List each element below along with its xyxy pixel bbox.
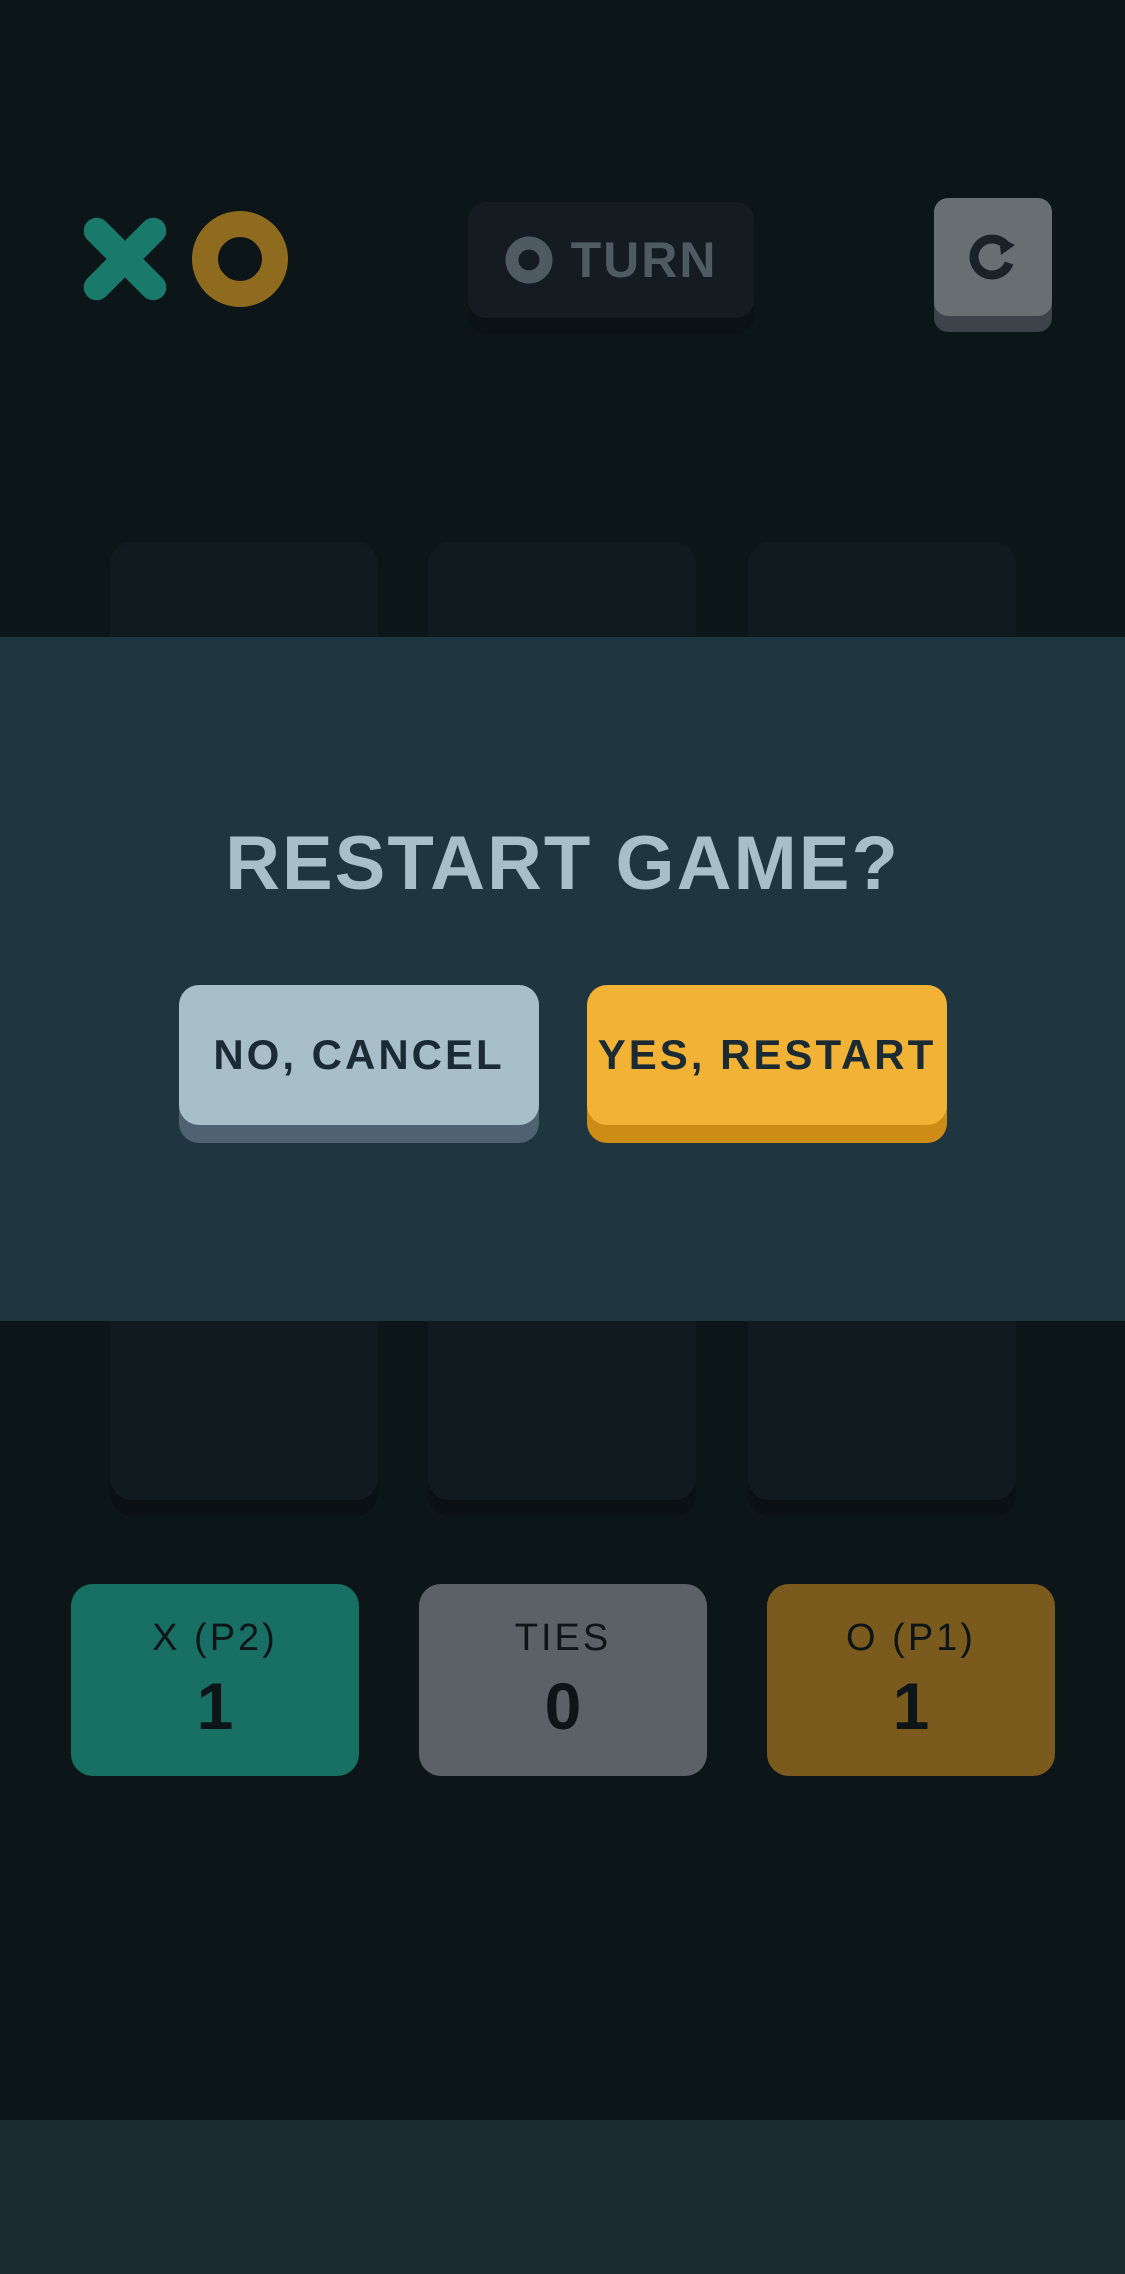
restart-button[interactable] xyxy=(934,198,1052,316)
score-value: 1 xyxy=(892,1668,930,1743)
restart-icon xyxy=(969,234,1015,280)
score-label: TIES xyxy=(514,1616,612,1659)
turn-label: TURN xyxy=(570,232,718,288)
confirm-restart-button[interactable]: YES, RESTART xyxy=(587,985,947,1125)
turn-indicator: TURN xyxy=(468,202,754,318)
modal-title: RESTART GAME? xyxy=(225,821,900,906)
score-x: X (P2) 1 xyxy=(71,1584,359,1776)
x-mark-icon xyxy=(83,217,167,301)
score-label: O (P1) xyxy=(846,1616,976,1659)
o-mark-icon xyxy=(192,211,288,307)
logo xyxy=(83,211,288,307)
score-value: 1 xyxy=(196,1668,234,1743)
cancel-button[interactable]: NO, CANCEL xyxy=(179,985,539,1125)
bottom-bar xyxy=(0,2120,1125,2274)
restart-modal xyxy=(0,637,1125,1321)
score-value: 0 xyxy=(544,1668,582,1743)
score-ties: TIES 0 xyxy=(419,1584,707,1776)
score-o: O (P1) 1 xyxy=(767,1584,1055,1776)
score-label: X (P2) xyxy=(152,1616,278,1659)
game-screen: TURN X (P2) 1 TIES 0 O (P1) 1 RESTART GA… xyxy=(0,0,1125,2274)
o-mark-icon xyxy=(505,236,553,284)
